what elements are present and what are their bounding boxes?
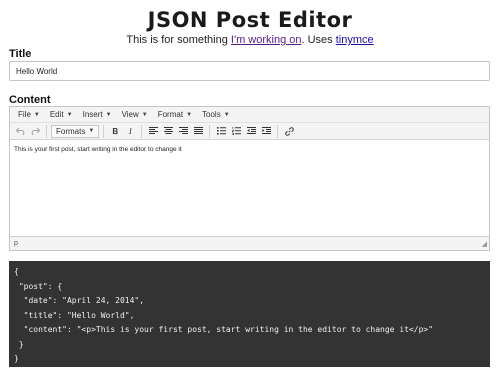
align-left-icon	[148, 127, 158, 134]
align-center-button[interactable]	[161, 125, 175, 138]
resize-handle-icon[interactable]: ◢	[482, 241, 487, 248]
numbered-list-button[interactable]	[229, 125, 243, 138]
menu-tools[interactable]: Tools ▼	[197, 107, 235, 123]
editor-statusbar: p ◢	[10, 236, 489, 250]
editor-paragraph: This is your first post, start writing i…	[14, 146, 182, 153]
toolbar-separator	[103, 124, 105, 138]
menu-format-label: Format	[157, 110, 184, 119]
caret-down-icon: ▼	[105, 111, 112, 118]
editor-menubar: File ▼ Edit ▼ Insert ▼ View ▼ Format ▼ Tools ▼	[10, 107, 489, 123]
subtitle-prefix: This is for something	[126, 34, 231, 46]
title-label: Title	[9, 48, 32, 60]
menu-file-label: File	[18, 110, 31, 119]
tinymce-link[interactable]: tinymce	[336, 34, 374, 46]
link-icon	[285, 126, 294, 136]
italic-icon: I	[128, 126, 132, 136]
formats-dropdown[interactable]: Formats ▼	[51, 124, 100, 138]
caret-down-icon: ▼	[88, 128, 95, 134]
json-line: "date": "April 24, 2014",	[14, 296, 145, 305]
caret-down-icon: ▼	[223, 111, 230, 118]
indent-button[interactable]	[259, 125, 273, 138]
content-label: Content	[9, 94, 51, 106]
page-title: JSON Post Editor	[147, 8, 353, 32]
working-on-link[interactable]: I'm working on	[231, 34, 302, 46]
align-left-button[interactable]	[146, 125, 160, 138]
toolbar-separator	[277, 124, 279, 138]
outdent-icon	[246, 127, 256, 134]
json-line: {	[14, 267, 19, 276]
bold-icon: B	[112, 126, 119, 136]
editor-content-area[interactable]: This is your first post, start writing i…	[10, 140, 489, 235]
align-center-icon	[163, 127, 173, 134]
indent-icon	[261, 127, 271, 134]
subtitle: This is for something I'm working on. Us…	[0, 34, 500, 46]
menu-view-label: View	[121, 110, 139, 119]
caret-down-icon: ▼	[66, 111, 73, 118]
json-output-panel: { "post": { "date": "April 24, 2014", "t…	[9, 261, 490, 367]
title-input[interactable]	[9, 61, 490, 81]
json-line: }	[14, 354, 19, 363]
json-line: "content": "<p>This is your first post, …	[14, 325, 434, 334]
json-line: }	[14, 339, 24, 349]
formats-label: Formats	[56, 126, 86, 136]
rich-text-editor: File ▼ Edit ▼ Insert ▼ View ▼ Format ▼ Tools ▼…	[9, 106, 490, 251]
json-line: "title": "Hello World",	[14, 310, 135, 320]
menu-insert[interactable]: Insert ▼	[78, 107, 117, 123]
toolbar-separator	[141, 124, 143, 138]
menu-file[interactable]: File ▼	[13, 107, 45, 123]
align-justify-button[interactable]	[191, 125, 205, 138]
subtitle-middle: . Uses	[301, 34, 336, 46]
redo-icon	[31, 127, 40, 135]
link-button[interactable]	[282, 125, 296, 138]
caret-down-icon: ▼	[141, 111, 148, 118]
align-right-icon	[178, 127, 188, 134]
italic-button[interactable]: I	[123, 125, 137, 138]
align-right-button[interactable]	[176, 125, 190, 138]
bold-button[interactable]: B	[108, 125, 122, 138]
menu-edit[interactable]: Edit ▼	[45, 107, 78, 123]
menu-view[interactable]: View ▼	[117, 107, 153, 123]
menu-insert-label: Insert	[82, 110, 103, 119]
align-justify-icon	[193, 127, 203, 134]
json-line: "post": {	[14, 281, 63, 291]
redo-button[interactable]	[28, 125, 42, 138]
bullet-list-icon	[216, 127, 226, 135]
toolbar-separator	[46, 124, 47, 138]
undo-icon	[15, 127, 24, 135]
menu-format[interactable]: Format ▼	[153, 107, 197, 123]
menu-edit-label: Edit	[49, 110, 64, 119]
element-path[interactable]: p	[14, 240, 18, 247]
editor-toolbar: Formats ▼ B I	[10, 123, 489, 140]
menu-tools-label: Tools	[202, 110, 221, 119]
undo-button[interactable]	[13, 125, 27, 138]
toolbar-separator	[209, 124, 211, 138]
bullet-list-button[interactable]	[214, 125, 228, 138]
caret-down-icon: ▼	[186, 111, 193, 118]
numbered-list-icon	[231, 127, 241, 135]
caret-down-icon: ▼	[33, 111, 40, 118]
outdent-button[interactable]	[244, 125, 258, 138]
